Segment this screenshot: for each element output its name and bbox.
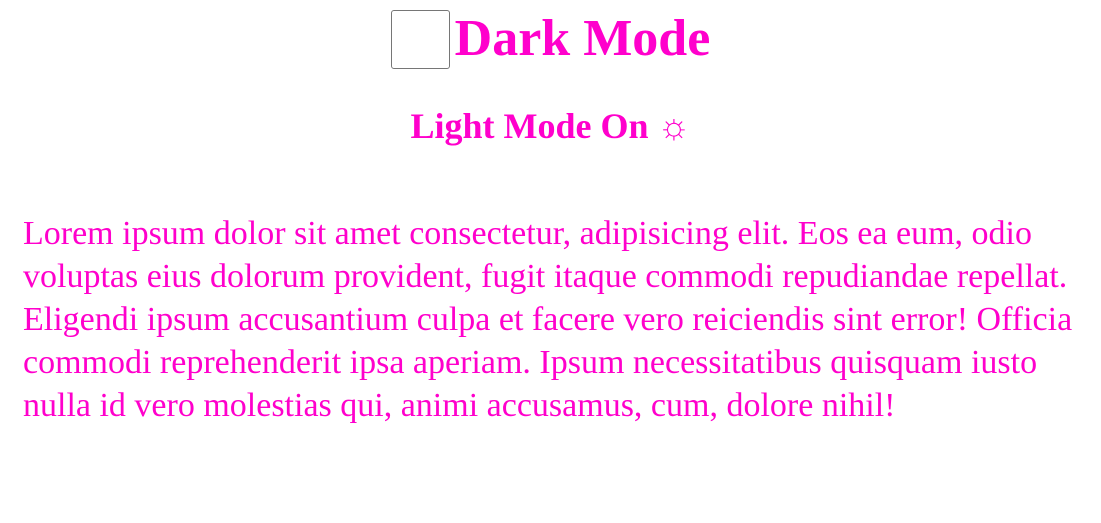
mode-status-label: Light Mode On bbox=[410, 106, 649, 146]
sun-icon: ☼ bbox=[657, 106, 691, 146]
body-paragraph: Lorem ipsum dolor sit amet consectetur, … bbox=[23, 215, 1073, 424]
dark-mode-checkbox[interactable] bbox=[390, 9, 450, 69]
mode-status: Light Mode On ☼ bbox=[0, 104, 1101, 148]
header: Dark Mode bbox=[0, 0, 1101, 78]
page-title: Dark Mode bbox=[454, 10, 711, 67]
